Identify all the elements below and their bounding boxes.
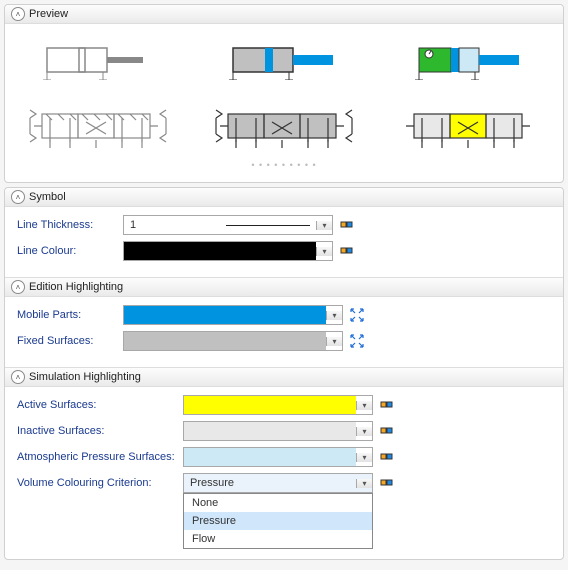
expand-button[interactable]: [349, 307, 365, 323]
option-pressure[interactable]: Pressure: [184, 512, 372, 530]
active-surfaces-label: Active Surfaces:: [17, 399, 177, 411]
preview-header[interactable]: ˄ Preview: [5, 5, 563, 24]
preview-valve-mobile: [209, 102, 359, 154]
colour-swatch-yellow: [184, 396, 356, 414]
symbol-panel: ˄ Symbol Line Thickness: 1 ▾ Line Colour…: [4, 187, 564, 560]
preview-valve-normal: [23, 102, 173, 154]
reset-button[interactable]: [379, 475, 395, 491]
pager-dots: • • • • • • • • •: [23, 160, 545, 170]
fixed-surfaces-label: Fixed Surfaces:: [17, 335, 117, 347]
chevron-down-icon: ▾: [356, 401, 372, 410]
volume-criterion-options: None Pressure Flow: [183, 493, 373, 549]
preview-cylinder-mobile: [209, 34, 359, 86]
thickness-preview-line: [226, 225, 310, 226]
atmos-surfaces-label: Atmospheric Pressure Surfaces:: [17, 451, 177, 463]
chevron-down-icon: ▾: [326, 337, 342, 346]
chevron-down-icon: ▾: [316, 247, 332, 256]
colour-swatch-gray: [124, 332, 326, 350]
preview-valve-simulation: [395, 102, 545, 154]
reset-button[interactable]: [379, 423, 395, 439]
line-thickness-label: Line Thickness:: [17, 219, 117, 231]
preview-cylinder-normal: [23, 34, 173, 86]
line-thickness-value: 1: [124, 219, 220, 231]
mobile-parts-label: Mobile Parts:: [17, 309, 117, 321]
chevron-up-icon: ˄: [11, 7, 25, 21]
reset-button[interactable]: [339, 217, 355, 233]
line-thickness-select[interactable]: 1 ▾: [123, 215, 333, 235]
volume-criterion-label: Volume Colouring Criterion:: [17, 477, 177, 489]
symbol-header[interactable]: ˄ Symbol: [5, 188, 563, 207]
reset-button[interactable]: [379, 449, 395, 465]
chevron-up-icon: ˄: [11, 280, 25, 294]
option-flow[interactable]: Flow: [184, 530, 372, 548]
inactive-surfaces-label: Inactive Surfaces:: [17, 425, 177, 437]
expand-button[interactable]: [349, 333, 365, 349]
chevron-up-icon: ˄: [11, 190, 25, 204]
colour-swatch-lightgray: [184, 422, 356, 440]
preview-body: • • • • • • • • •: [5, 24, 563, 182]
symbol-title: Symbol: [29, 191, 66, 203]
inactive-surfaces-field[interactable]: ▾: [183, 421, 373, 441]
edition-title: Edition Highlighting: [29, 281, 123, 293]
chevron-down-icon: ▾: [356, 479, 372, 488]
simulation-header[interactable]: ˄ Simulation Highlighting: [5, 367, 563, 387]
line-colour-label: Line Colour:: [17, 245, 117, 257]
colour-swatch-lightblue: [184, 448, 356, 466]
simulation-title: Simulation Highlighting: [29, 371, 141, 383]
reset-button[interactable]: [339, 243, 355, 259]
preview-title: Preview: [29, 8, 68, 20]
colour-swatch-black: [124, 242, 316, 260]
chevron-down-icon: ▾: [356, 427, 372, 436]
atmos-surfaces-field[interactable]: ▾: [183, 447, 373, 467]
fixed-surfaces-field[interactable]: ▾: [123, 331, 343, 351]
line-colour-field[interactable]: ▾: [123, 241, 333, 261]
active-surfaces-field[interactable]: ▾: [183, 395, 373, 415]
option-none[interactable]: None: [184, 494, 372, 512]
edition-header[interactable]: ˄ Edition Highlighting: [5, 277, 563, 297]
colour-swatch-blue: [124, 306, 326, 324]
chevron-down-icon: ▾: [316, 221, 332, 230]
volume-criterion-select[interactable]: Pressure ▾ None Pressure Flow: [183, 473, 373, 493]
reset-button[interactable]: [379, 397, 395, 413]
mobile-parts-field[interactable]: ▾: [123, 305, 343, 325]
volume-criterion-value: Pressure: [184, 477, 356, 489]
chevron-down-icon: ▾: [326, 311, 342, 320]
chevron-up-icon: ˄: [11, 370, 25, 384]
preview-cylinder-simulation: [395, 34, 545, 86]
preview-panel: ˄ Preview: [4, 4, 564, 183]
chevron-down-icon: ▾: [356, 453, 372, 462]
